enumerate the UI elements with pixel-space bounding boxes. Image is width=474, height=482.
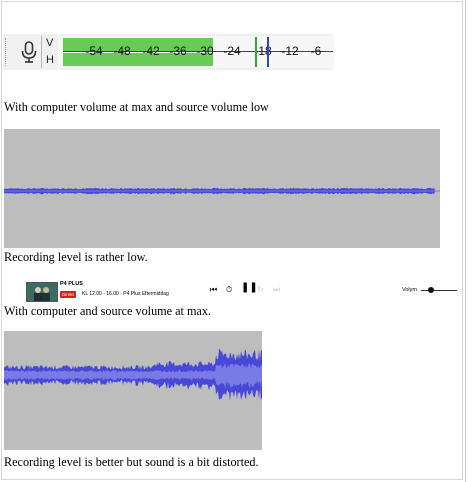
caption-level-better: Recording level is better but sound is a… <box>4 455 259 469</box>
peak-level-marker <box>267 37 269 67</box>
tick-label: -6 <box>310 44 322 58</box>
channel-right-label: H <box>46 54 54 66</box>
channel-name: P4 PLUS <box>60 281 83 287</box>
tick-label: -24 <box>223 44 241 58</box>
waveform-max-graphic <box>4 349 262 401</box>
skip-back-icon[interactable]: ⏮ <box>210 285 217 295</box>
pause-icon[interactable]: ❚❚ <box>241 283 258 293</box>
channel-thumbnail[interactable] <box>26 282 58 302</box>
program-info: KL 12.00 - 16.00 · P4 Plus Eftermiddag <box>82 291 169 297</box>
tick-label: -36 <box>169 44 187 58</box>
waveform-max <box>4 331 262 450</box>
tick-label: -48 <box>113 44 131 58</box>
tick-label: -42 <box>142 44 160 58</box>
live-badge: Direkt <box>60 291 76 298</box>
page-edge <box>465 0 466 482</box>
recording-meter-toolbar: V H -54 -48 -42 -36 -30 -24 -18 -12 -6 <box>3 34 334 70</box>
tick-label: -54 <box>85 44 103 58</box>
tick-label: -12 <box>281 44 299 58</box>
volume-knob[interactable] <box>428 287 434 293</box>
caption-level-low: Recording level is rather low. <box>4 250 148 264</box>
volume-label: Volym <box>402 287 417 293</box>
skip-forward-icon[interactable]: ⏭ <box>273 285 280 295</box>
volume-slider[interactable] <box>421 290 457 291</box>
caption-volume-low: With computer volume at max and source v… <box>4 100 269 114</box>
microphone-icon[interactable] <box>19 41 39 63</box>
replay-icon[interactable]: ↻ <box>257 285 264 295</box>
tick-label: -30 <box>196 44 214 58</box>
toolbar-grip[interactable] <box>5 38 8 66</box>
waveform-low <box>4 129 440 248</box>
channel-left-label: V <box>46 37 54 49</box>
toolbar-separator <box>41 36 42 68</box>
channel-image <box>27 283 57 301</box>
waveform-low-graphic <box>4 187 440 195</box>
timer-icon[interactable]: ⏱ <box>226 285 232 295</box>
peak-hold-marker <box>255 37 257 67</box>
radio-player: P4 PLUS Direkt KL 12.00 - 16.00 · P4 Plu… <box>24 280 464 304</box>
caption-volume-max: With computer and source volume at max. <box>4 304 211 318</box>
